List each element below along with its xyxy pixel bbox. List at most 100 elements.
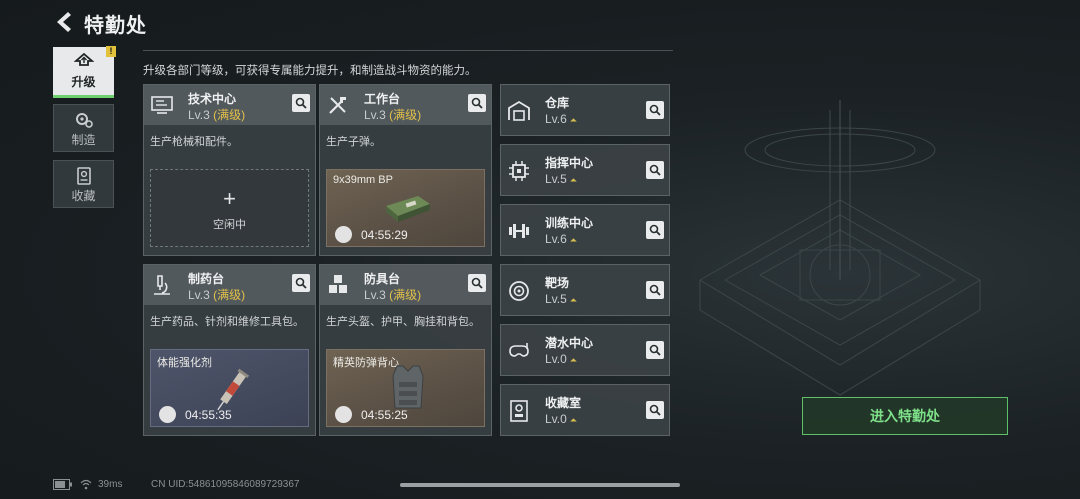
production-slot[interactable]: 精英防弹背心 04:55:25 xyxy=(326,349,485,427)
enter-base-button[interactable]: 进入特勤处 xyxy=(802,397,1008,435)
magnifier-icon xyxy=(649,404,661,416)
timer-icon xyxy=(335,226,352,243)
production-slot[interactable]: 9x39mm BP 04:55:29 xyxy=(326,169,485,247)
search-button[interactable] xyxy=(646,101,664,119)
tools-icon xyxy=(329,97,346,114)
facility-level: Lv.0 ⏶ xyxy=(545,412,577,426)
battery-icon xyxy=(53,479,72,490)
search-button[interactable] xyxy=(646,281,664,299)
nav-label-collection: 收藏 xyxy=(71,189,96,203)
crafting-item-name: 精英防弹背心 xyxy=(333,357,399,369)
search-button[interactable] xyxy=(646,341,664,359)
upgrade-arrow-icon: ⏶ xyxy=(569,115,577,125)
magnifier-icon xyxy=(649,164,661,176)
search-button[interactable] xyxy=(646,401,664,419)
facility-panel-armor-bench[interactable]: 防具台 Lv.3 (满级) 生产头盔、护甲、胸挂和背包。 精英防弹背心 04:5… xyxy=(319,264,492,436)
facility-description: 生产枪械和配件。 xyxy=(150,136,238,148)
nav-tab-upgrade[interactable]: 升级 ! xyxy=(53,46,116,98)
facility-level: Lv.5 ⏶ xyxy=(545,172,577,186)
wifi-icon xyxy=(80,479,92,490)
magnifier-icon xyxy=(471,277,483,289)
nav-tab-collection[interactable]: 收藏 xyxy=(53,160,114,208)
facility-panel-pharmacy[interactable]: 制药台 Lv.3 (满级) 生产药品、针剂和维修工具包。 体能强化剂 04:55… xyxy=(143,264,316,436)
facility-row-warehouse[interactable]: 仓库 Lv.6 ⏶ xyxy=(500,84,670,136)
search-button[interactable] xyxy=(646,161,664,179)
page-title: 特勤处 xyxy=(84,15,147,37)
facility-name: 工作台 xyxy=(364,92,401,106)
facility-row-collection-room[interactable]: 收藏室 Lv.0 ⏶ xyxy=(500,384,670,436)
facility-description: 生产子弹。 xyxy=(326,136,381,148)
search-button[interactable] xyxy=(468,94,486,112)
warehouse-icon xyxy=(508,100,530,121)
home-indicator[interactable] xyxy=(400,483,680,487)
trophy-icon xyxy=(510,400,528,422)
ammo-box-icon xyxy=(386,196,430,222)
production-slot[interactable]: 体能强化剂 04:55:35 xyxy=(150,349,309,427)
search-button[interactable] xyxy=(468,274,486,292)
timer-icon xyxy=(335,406,352,423)
crafting-item-name: 体能强化剂 xyxy=(157,357,212,369)
chip-icon xyxy=(509,161,529,181)
user-uid: CN UID:54861095846089729367 xyxy=(151,479,300,490)
dumbbell-icon xyxy=(509,224,529,238)
upgrade-arrow-icon: ⏶ xyxy=(569,355,577,365)
facility-name: 潜水中心 xyxy=(545,336,594,350)
search-button[interactable] xyxy=(646,221,664,239)
facility-name: 收藏室 xyxy=(545,396,582,410)
facility-level: Lv.3 (满级) xyxy=(188,288,246,302)
gears-icon xyxy=(75,113,93,128)
page-subtitle: 升级各部门等级，可获得专属能力提升，和制造战斗物资的能力。 xyxy=(143,65,477,77)
cubes-icon xyxy=(329,275,347,293)
craft-timer: 04:55:25 xyxy=(361,408,408,422)
craft-timer: 04:55:35 xyxy=(185,408,232,422)
facility-level: Lv.6 ⏶ xyxy=(545,232,577,246)
base-illustration xyxy=(699,100,981,396)
magnifier-icon xyxy=(649,284,661,296)
magnifier-icon xyxy=(295,97,307,109)
facility-row-shooting-range[interactable]: 靶场 Lv.5 ⏶ xyxy=(500,264,670,316)
facility-level: Lv.3 (满级) xyxy=(364,108,422,122)
collection-icon xyxy=(76,167,91,185)
nav-label-upgrade: 升级 xyxy=(71,75,96,89)
search-button[interactable] xyxy=(292,274,310,292)
ping-value: 39ms xyxy=(98,479,123,490)
facility-name: 仓库 xyxy=(545,96,570,110)
facility-level: Lv.0 ⏶ xyxy=(545,352,577,366)
microscope-icon xyxy=(154,275,170,295)
facility-name: 防具台 xyxy=(364,272,401,286)
slot-status: 空闲中 xyxy=(213,219,246,231)
facility-row-training-center[interactable]: 训练中心 Lv.6 ⏶ xyxy=(500,204,670,256)
crafting-item-name: 9x39mm BP xyxy=(333,174,393,186)
production-slot-idle[interactable]: + 空闲中 xyxy=(150,169,309,247)
search-button[interactable] xyxy=(292,94,310,112)
magnifier-icon xyxy=(649,104,661,116)
facility-name: 技术中心 xyxy=(188,92,237,106)
nav-tab-craft[interactable]: 制造 xyxy=(53,104,114,152)
timer-icon xyxy=(159,406,176,423)
facility-panel-workbench[interactable]: 工作台 Lv.3 (满级) 生产子弹。 9x39mm BP 04:55:29 xyxy=(319,84,492,256)
facility-name: 靶场 xyxy=(545,276,570,290)
armor-vest-icon xyxy=(392,365,424,409)
notification-badge: ! xyxy=(106,46,116,57)
target-icon xyxy=(509,281,529,301)
add-icon: + xyxy=(223,186,236,211)
monitor-icon xyxy=(151,96,173,114)
facility-level: Lv.6 ⏶ xyxy=(545,112,577,126)
magnifier-icon xyxy=(295,277,307,289)
facility-level: Lv.5 ⏶ xyxy=(545,292,577,306)
magnifier-icon xyxy=(471,97,483,109)
facility-name: 制药台 xyxy=(188,272,225,286)
facility-name: 训练中心 xyxy=(545,216,594,230)
upgrade-icon xyxy=(73,53,94,66)
nav-label-craft: 制造 xyxy=(71,133,96,147)
facility-description: 生产头盔、护甲、胸挂和背包。 xyxy=(326,316,480,328)
magnifier-icon xyxy=(649,224,661,236)
back-arrow-icon[interactable] xyxy=(52,10,76,34)
upgrade-arrow-icon: ⏶ xyxy=(569,175,577,185)
upgrade-arrow-icon: ⏶ xyxy=(569,235,577,245)
upgrade-arrow-icon: ⏶ xyxy=(569,415,577,425)
facility-name: 指挥中心 xyxy=(545,156,594,170)
facility-row-diving-center[interactable]: 潜水中心 Lv.0 ⏶ xyxy=(500,324,670,376)
facility-row-command-center[interactable]: 指挥中心 Lv.5 ⏶ xyxy=(500,144,670,196)
facility-panel-tech-center[interactable]: 技术中心 Lv.3 (满级) 生产枪械和配件。 + 空闲中 xyxy=(143,84,316,256)
